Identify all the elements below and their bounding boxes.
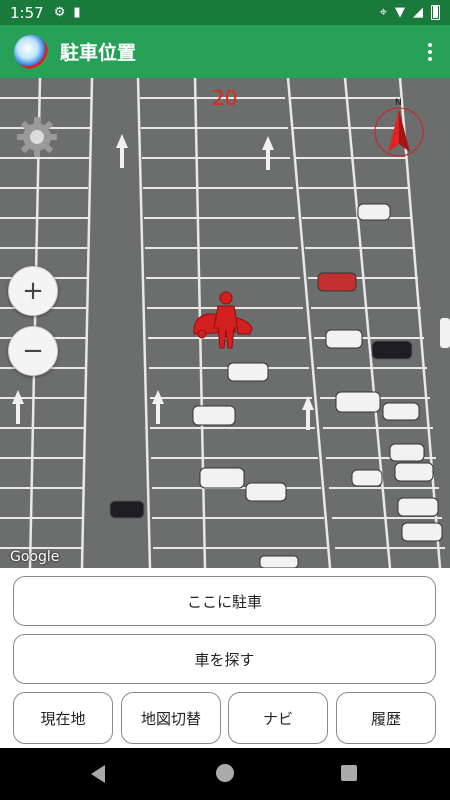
home-icon[interactable] xyxy=(216,764,234,782)
recent-apps-icon[interactable] xyxy=(341,765,357,781)
settings-status-icon: ⚙ xyxy=(53,5,66,20)
status-time: 1:57 xyxy=(10,3,44,22)
status-bar: 1:57 ⚙ ▮ ⌖ ▼ ◢ xyxy=(0,0,450,25)
back-icon[interactable] xyxy=(91,765,105,783)
zoom-level-indicator: 20 xyxy=(212,86,238,110)
current-location-button[interactable]: 現在地 xyxy=(13,692,113,744)
app-bar: 駐車位置 xyxy=(0,25,450,78)
switch-map-button[interactable]: 地図切替 xyxy=(121,692,221,744)
sd-card-icon: ▮ xyxy=(73,5,81,20)
action-panel: ここに駐車 車を探す 現在地 地図切替 ナビ 履歴 xyxy=(0,568,450,748)
app-logo-icon xyxy=(14,34,48,69)
battery-icon xyxy=(431,5,440,20)
overflow-menu-icon[interactable] xyxy=(424,37,436,67)
zoom-out-button[interactable]: − xyxy=(8,326,58,376)
history-button[interactable]: 履歴 xyxy=(336,692,436,744)
compass-north-icon: N xyxy=(374,98,424,157)
compass-n-label: N xyxy=(395,98,402,108)
zoom-in-button[interactable]: + xyxy=(8,266,58,316)
find-car-button[interactable]: 車を探す xyxy=(13,634,436,684)
wifi-icon: ▼ xyxy=(395,5,405,20)
settings-gear-icon[interactable] xyxy=(16,116,58,158)
navi-button[interactable]: ナビ xyxy=(228,692,328,744)
google-attribution: Google xyxy=(10,549,60,565)
signal-icon: ◢ xyxy=(413,5,423,20)
map-view[interactable]: 20 N + − Google xyxy=(0,78,450,568)
location-status-icon: ⌖ xyxy=(379,5,387,20)
park-here-button[interactable]: ここに駐車 xyxy=(13,576,436,626)
app-title: 駐車位置 xyxy=(60,42,137,64)
parked-car-person-marker-icon xyxy=(193,291,253,349)
system-nav-bar xyxy=(0,748,450,800)
